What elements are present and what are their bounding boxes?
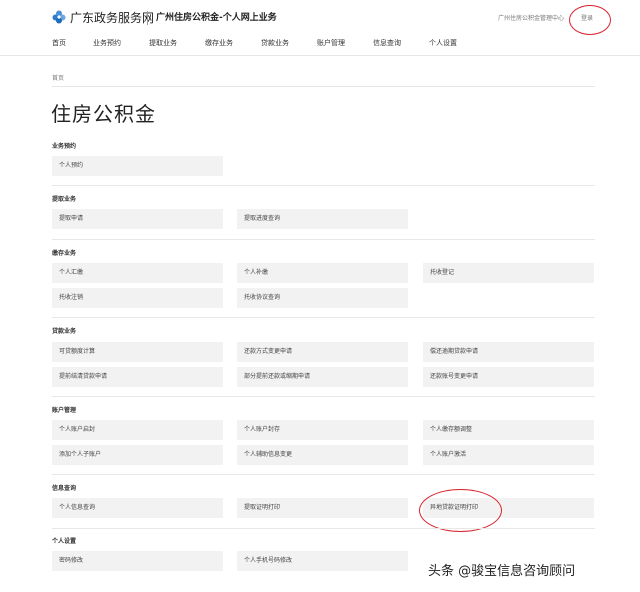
service-card[interactable]: 个人手机号码修改 bbox=[237, 551, 408, 571]
section-title-withdrawal: 提取业务 bbox=[52, 196, 77, 203]
service-card[interactable]: 密码修改 bbox=[52, 551, 223, 571]
service-card[interactable]: 个人补缴 bbox=[237, 263, 408, 283]
center-link[interactable]: 广州住房公积金管理中心 bbox=[498, 14, 564, 24]
flower-logo-icon[interactable] bbox=[52, 10, 66, 24]
service-card[interactable]: 提前结清贷款申请 bbox=[52, 367, 223, 387]
service-card[interactable]: 还款方式变更申请 bbox=[237, 342, 408, 362]
section-divider bbox=[52, 185, 595, 186]
section-divider bbox=[52, 474, 595, 475]
service-card[interactable]: 部分提前还款或缩期申请 bbox=[237, 367, 408, 387]
site-header: 广东政务服务网 广州住房公积金-个人网上业务 广州住房公积金管理中心 登录 首页… bbox=[0, 0, 640, 56]
brand-name[interactable]: 广东政务服务网 bbox=[70, 10, 154, 26]
breadcrumb[interactable]: 首页 bbox=[52, 73, 64, 82]
service-card[interactable]: 个人账户激活 bbox=[423, 445, 594, 465]
nav-info-query[interactable]: 信息查询 bbox=[373, 37, 401, 49]
nav-account[interactable]: 账户管理 bbox=[317, 37, 345, 49]
nav-withdrawal[interactable]: 提取业务 bbox=[149, 37, 177, 49]
service-card[interactable]: 提取进度查询 bbox=[237, 209, 408, 229]
service-card[interactable]: 偿还逾期贷款申请 bbox=[423, 342, 594, 362]
service-card[interactable]: 个人预约 bbox=[52, 156, 223, 176]
page-title: 住房公积金 bbox=[51, 102, 156, 126]
header-divider bbox=[147, 11, 148, 25]
section-divider bbox=[52, 317, 595, 318]
service-card[interactable]: 托收注销 bbox=[52, 288, 223, 308]
nav-settings[interactable]: 个人设置 bbox=[429, 37, 457, 49]
main-nav: 首页 业务预约 提取业务 缴存业务 贷款业务 账户管理 信息查询 个人设置 bbox=[0, 37, 640, 49]
site-title[interactable]: 广州住房公积金-个人网上业务 bbox=[156, 11, 277, 25]
service-card[interactable]: 个人信息查询 bbox=[52, 498, 223, 518]
nav-deposit[interactable]: 缴存业务 bbox=[205, 37, 233, 49]
service-card[interactable]: 个人汇缴 bbox=[52, 263, 223, 283]
section-title-deposit: 缴存业务 bbox=[52, 250, 77, 257]
service-card[interactable]: 托收登记 bbox=[423, 263, 594, 283]
section-title-account: 账户管理 bbox=[52, 407, 77, 414]
service-card[interactable]: 添加个人子账户 bbox=[52, 445, 223, 465]
service-card[interactable]: 提取申请 bbox=[52, 209, 223, 229]
service-card[interactable]: 个人辅助信息变更 bbox=[237, 445, 408, 465]
login-link[interactable]: 登录 bbox=[581, 14, 593, 24]
nav-loan[interactable]: 贷款业务 bbox=[261, 37, 289, 49]
service-card-remote-loan-certificate[interactable]: 异地贷款证明打印 bbox=[423, 498, 594, 518]
service-card[interactable]: 可贷额度计算 bbox=[52, 342, 223, 362]
nav-appointment[interactable]: 业务预约 bbox=[93, 37, 121, 49]
service-card[interactable]: 提取证明打印 bbox=[237, 498, 408, 518]
section-divider bbox=[52, 528, 595, 529]
service-card[interactable]: 还款账号变更申请 bbox=[423, 367, 594, 387]
breadcrumb-divider bbox=[52, 86, 595, 87]
service-card[interactable]: 托收协议查询 bbox=[237, 288, 408, 308]
section-title-loan: 贷款业务 bbox=[52, 328, 77, 335]
section-title-appointment: 业务预约 bbox=[52, 143, 77, 150]
section-title-info-query: 信息查询 bbox=[52, 485, 77, 492]
section-divider bbox=[52, 239, 595, 240]
service-card[interactable]: 个人账户封存 bbox=[237, 420, 408, 440]
watermark: 头条 @骏宝信息咨询顾问 bbox=[428, 564, 576, 579]
service-card[interactable]: 个人账户启封 bbox=[52, 420, 223, 440]
section-title-settings: 个人设置 bbox=[52, 538, 77, 545]
service-card[interactable]: 个人缴存额调整 bbox=[423, 420, 594, 440]
nav-home[interactable]: 首页 bbox=[52, 37, 66, 49]
section-divider bbox=[52, 396, 595, 397]
